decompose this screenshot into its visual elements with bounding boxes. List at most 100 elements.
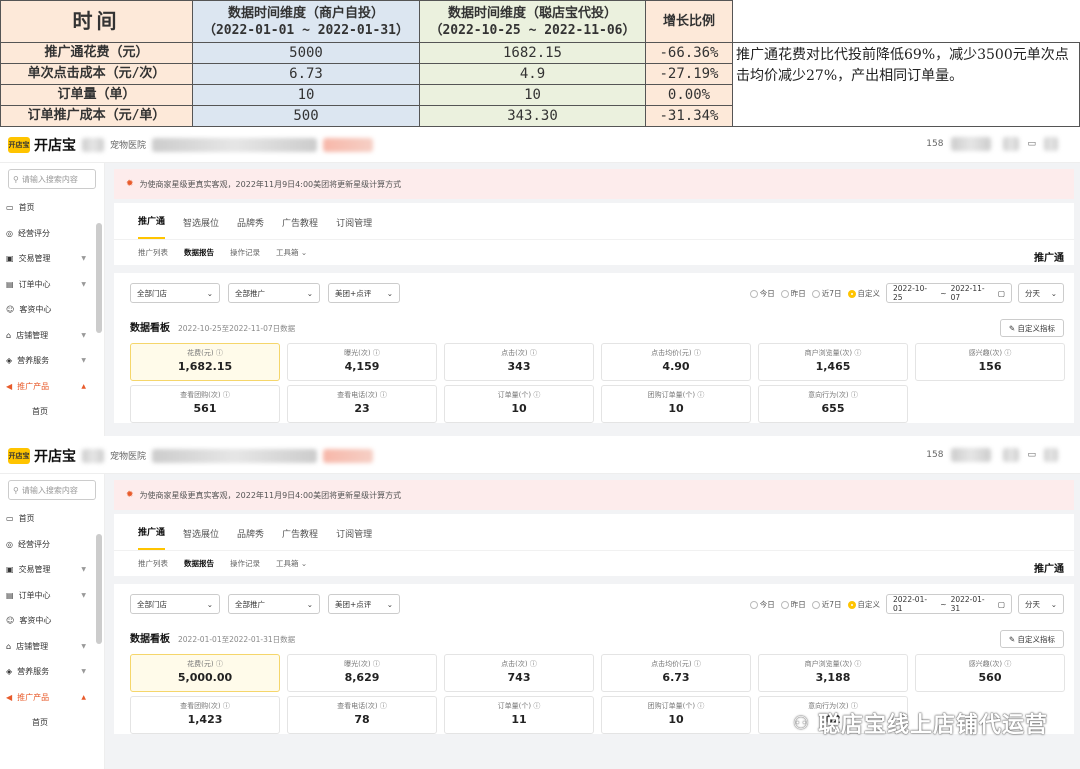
subtab-tools[interactable]: 工具箱 ⌄ — [276, 558, 307, 569]
sidebar-item-store[interactable]: ⌂ 店铺管理 ▼ — [0, 323, 104, 349]
info-icon[interactable]: ⓘ — [371, 349, 380, 357]
metric-card[interactable]: 查看团购(次) ⓘ 1,423 — [130, 696, 280, 734]
sidebar-item-home[interactable]: ▭ 首页 — [0, 195, 104, 221]
sidebar-item-clients[interactable]: ☺ 客资中心 — [0, 608, 104, 634]
message-icon[interactable]: ▭ — [1027, 450, 1036, 460]
tab-subscribe[interactable]: 订阅管理 — [336, 216, 372, 239]
tab-subscribe[interactable]: 订阅管理 — [336, 527, 372, 550]
sidebar-item-orders[interactable]: ▤ 订单中心 ▼ — [0, 583, 104, 609]
metric-card[interactable]: 点击(次) ⓘ 743 — [444, 654, 594, 692]
info-icon[interactable]: ⓘ — [528, 349, 537, 357]
tab-tutorial[interactable]: 广告教程 — [282, 216, 318, 239]
tab-tutorial[interactable]: 广告教程 — [282, 527, 318, 550]
radio-custom[interactable]: 自定义 — [847, 599, 880, 610]
granularity-select[interactable]: 分天 ⌄ — [1018, 283, 1064, 303]
tab-brand[interactable]: 品牌秀 — [237, 216, 264, 239]
sidebar-item-trade[interactable]: ▣ 交易管理 ▼ — [0, 557, 104, 583]
sidebar-item-score[interactable]: ◎ 经营评分 — [0, 532, 104, 558]
metric-card[interactable]: 查看团购(次) ⓘ 561 — [130, 385, 280, 423]
info-icon[interactable]: ⓘ — [371, 660, 380, 668]
metric-card[interactable]: 订单量(个) ⓘ 11 — [444, 696, 594, 734]
custom-metrics-button[interactable]: ✎ 自定义指标 — [999, 630, 1064, 648]
info-icon[interactable]: ⓘ — [531, 391, 540, 399]
tab-tuiguangtong[interactable]: 推广通 — [138, 525, 166, 550]
tab-zhixuan[interactable]: 智选展位 — [183, 216, 219, 239]
radio-yesterday[interactable]: 昨日 — [780, 599, 806, 610]
metric-card[interactable]: 团购订单量(个) ⓘ 10 — [601, 696, 751, 734]
sidebar-item-clients[interactable]: ☺ 客资中心 — [0, 297, 104, 323]
store-select[interactable]: 全部门店 ⌄ — [130, 594, 220, 614]
info-icon[interactable]: ⓘ — [378, 702, 387, 710]
date-range-picker[interactable]: 2022-10-25 ~2022-11-07 ▢ — [886, 283, 1012, 303]
sidebar-item-home[interactable]: ▭ 首页 — [0, 506, 104, 532]
radio-today[interactable]: 今日 — [749, 599, 775, 610]
granularity-select[interactable]: 分天 ⌄ — [1018, 594, 1064, 614]
metric-card[interactable]: 订单量(个) ⓘ 10 — [444, 385, 594, 423]
radio-yesterday[interactable]: 昨日 — [780, 288, 806, 299]
tab-zhixuan[interactable]: 智选展位 — [183, 527, 219, 550]
info-icon[interactable]: ⓘ — [692, 349, 701, 357]
account-area[interactable]: 158 ▭ — [926, 448, 1058, 462]
metric-card[interactable]: 商户浏览量(次) ⓘ 1,465 — [758, 343, 908, 381]
platform-select[interactable]: 美团+点评 ⌄ — [328, 283, 400, 303]
metric-card[interactable]: 花费(元) ⓘ 1,682.15 — [130, 343, 280, 381]
subtab-report[interactable]: 数据报告 — [184, 247, 214, 258]
info-icon[interactable]: ⓘ — [1002, 660, 1011, 668]
radio-custom[interactable]: 自定义 — [847, 288, 880, 299]
store-select[interactable]: 全部门店 ⌄ — [130, 283, 220, 303]
sidebar-item-trade[interactable]: ▣ 交易管理 ▼ — [0, 246, 104, 272]
metric-card[interactable]: 查看电话(次) ⓘ 78 — [287, 696, 437, 734]
info-icon[interactable]: ⓘ — [221, 702, 230, 710]
promo-select[interactable]: 全部推广 ⌄ — [228, 283, 320, 303]
metric-card[interactable]: 商户浏览量(次) ⓘ 3,188 — [758, 654, 908, 692]
tab-tuiguangtong[interactable]: 推广通 — [138, 214, 166, 239]
promo-select[interactable]: 全部推广 ⌄ — [228, 594, 320, 614]
custom-metrics-button[interactable]: ✎ 自定义指标 — [999, 319, 1064, 337]
radio-7days[interactable]: 近7日 — [811, 288, 842, 299]
info-icon[interactable]: ⓘ — [214, 660, 223, 668]
metric-card[interactable]: 曝光(次) ⓘ 4,159 — [287, 343, 437, 381]
info-icon[interactable]: ⓘ — [852, 660, 861, 668]
tab-brand[interactable]: 品牌秀 — [237, 527, 264, 550]
account-area[interactable]: 158 ▭ — [926, 137, 1058, 151]
sidebar-item-promo[interactable]: ◀ 推广产品 ▲ — [0, 685, 104, 711]
metric-card[interactable]: 点击均价(元) ⓘ 6.73 — [601, 654, 751, 692]
sidebar-scrollbar[interactable] — [96, 534, 102, 644]
logo[interactable]: 开店宝 开店宝 — [8, 446, 76, 466]
metric-card[interactable]: 感兴趣(次) ⓘ 560 — [915, 654, 1065, 692]
info-icon[interactable]: ⓘ — [1002, 349, 1011, 357]
sidebar-item-score[interactable]: ◎ 经营评分 — [0, 221, 104, 247]
logo[interactable]: 开店宝 开店宝 — [8, 135, 76, 155]
metric-card[interactable]: 曝光(次) ⓘ 8,629 — [287, 654, 437, 692]
info-icon[interactable]: ⓘ — [528, 660, 537, 668]
sidebar-subitem-home[interactable]: 首页 — [0, 710, 104, 736]
sidebar-item-orders[interactable]: ▤ 订单中心 ▼ — [0, 272, 104, 298]
search-input[interactable]: ⚲ 请输入搜索内容 — [8, 480, 96, 500]
date-range-picker[interactable]: 2022-01-01 ~2022-01-31 ▢ — [886, 594, 1012, 614]
sidebar-item-service[interactable]: ◈ 营养服务 ▼ — [0, 348, 104, 374]
metric-card[interactable]: 花费(元) ⓘ 5,000.00 — [130, 654, 280, 692]
search-input[interactable]: ⚲ 请输入搜索内容 — [8, 169, 96, 189]
info-icon[interactable]: ⓘ — [695, 702, 704, 710]
info-icon[interactable]: ⓘ — [378, 391, 387, 399]
sidebar-scrollbar[interactable] — [96, 223, 102, 333]
sidebar-subitem-home[interactable]: 首页 — [0, 399, 104, 425]
metric-card[interactable]: 点击(次) ⓘ 343 — [444, 343, 594, 381]
sidebar-item-service[interactable]: ◈ 营养服务 ▼ — [0, 659, 104, 685]
sidebar-item-store[interactable]: ⌂ 店铺管理 ▼ — [0, 634, 104, 660]
subtab-list[interactable]: 推广列表 — [138, 558, 168, 569]
info-icon[interactable]: ⓘ — [531, 702, 540, 710]
subtab-tools[interactable]: 工具箱 ⌄ — [276, 247, 307, 258]
info-icon[interactable]: ⓘ — [849, 391, 858, 399]
metric-card[interactable]: 点击均价(元) ⓘ 4.90 — [601, 343, 751, 381]
metric-card[interactable]: 团购订单量(个) ⓘ 10 — [601, 385, 751, 423]
subtab-list[interactable]: 推广列表 — [138, 247, 168, 258]
sidebar-item-promo[interactable]: ◀ 推广产品 ▲ — [0, 374, 104, 400]
radio-today[interactable]: 今日 — [749, 288, 775, 299]
metric-card[interactable]: 感兴趣(次) ⓘ 156 — [915, 343, 1065, 381]
info-icon[interactable]: ⓘ — [695, 391, 704, 399]
message-icon[interactable]: ▭ — [1027, 139, 1036, 149]
info-icon[interactable]: ⓘ — [692, 660, 701, 668]
info-icon[interactable]: ⓘ — [214, 349, 223, 357]
info-icon[interactable]: ⓘ — [221, 391, 230, 399]
